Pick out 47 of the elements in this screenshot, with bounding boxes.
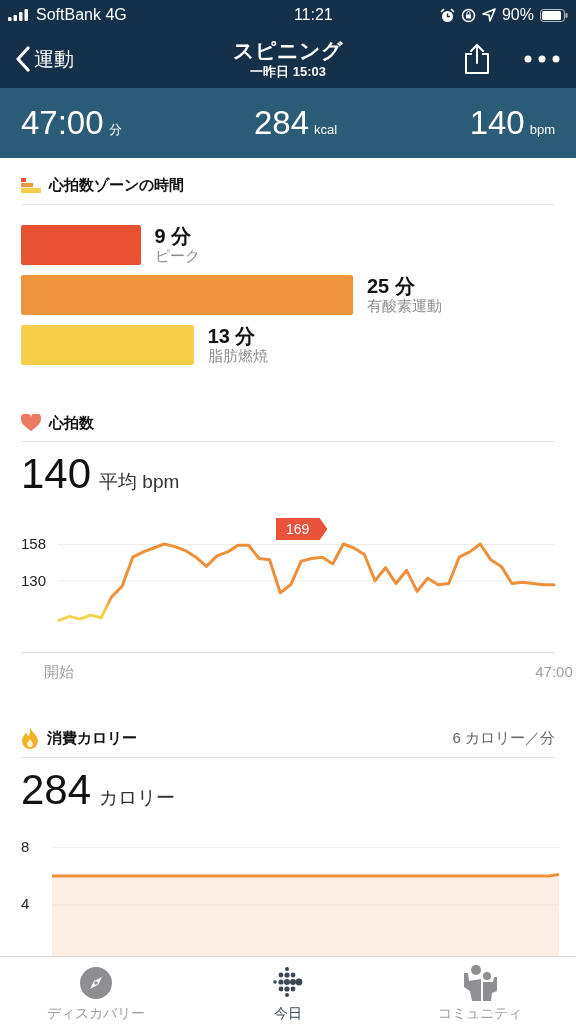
- y-tick-label: 158: [21, 535, 47, 553]
- zone-minutes: 9 分: [154, 224, 193, 247]
- zone-minutes: 25 分: [367, 274, 416, 297]
- summary-unit: kcal: [314, 121, 338, 140]
- back-button[interactable]: 運動: [16, 44, 136, 74]
- zone-name: 有酸素運動: [367, 296, 442, 315]
- chevron-left-icon: [16, 46, 30, 72]
- section-title: 消費カロリー: [47, 728, 137, 748]
- nav-title: スピニング: [233, 38, 343, 64]
- nav-subtitle: 一昨日 15:03: [250, 64, 326, 80]
- x-tick-label: 開始: [44, 662, 74, 682]
- compass-icon: [79, 966, 113, 1000]
- tab-bar-item[interactable]: 今日: [213, 965, 363, 1024]
- calorie-value: 284: [21, 764, 92, 815]
- y-tick-label: 4: [21, 895, 30, 914]
- zone-name: ピーク: [154, 246, 200, 265]
- clock-text: 11:21: [293, 5, 333, 25]
- share-icon[interactable]: [464, 43, 490, 75]
- battery-icon: [540, 8, 568, 22]
- rate-text: 6 カロリー／分: [452, 728, 555, 748]
- carrier-text: SoftBank 4G: [36, 5, 127, 25]
- rotation-lock-icon: [460, 7, 476, 23]
- section-title: 心拍数ゾーンの時間: [49, 175, 184, 195]
- dots-logo-icon: [271, 967, 305, 999]
- zone-name: 脂肪燃焼: [207, 346, 268, 365]
- zone-minutes: 13 分: [207, 324, 257, 347]
- section-title: 心拍数: [49, 412, 94, 433]
- alarm-icon: [439, 7, 455, 23]
- signal-icon: [8, 9, 30, 21]
- location-icon: [481, 8, 496, 22]
- y-tick-label: 8: [21, 837, 30, 856]
- summary-value: 284: [254, 103, 310, 144]
- heart-icon: [21, 413, 41, 432]
- summary-unit: 分: [108, 121, 122, 140]
- summary-value: 140: [469, 103, 525, 144]
- summary-value: 47:00: [21, 103, 104, 144]
- zone-bars-icon: [21, 177, 41, 193]
- peak-tag: 169: [276, 518, 328, 540]
- y-tick-label: 130: [21, 571, 47, 590]
- x-tick-label: 47:00: [535, 662, 573, 682]
- battery-text: 90%: [501, 5, 534, 25]
- summary-unit: bpm: [529, 121, 555, 140]
- calorie-unit: カロリー: [99, 785, 176, 810]
- more-icon[interactable]: [524, 55, 560, 63]
- flame-icon: [21, 727, 39, 750]
- heart-rate-unit: 平均 bpm: [99, 470, 180, 494]
- heart-rate-value: 140: [21, 449, 92, 499]
